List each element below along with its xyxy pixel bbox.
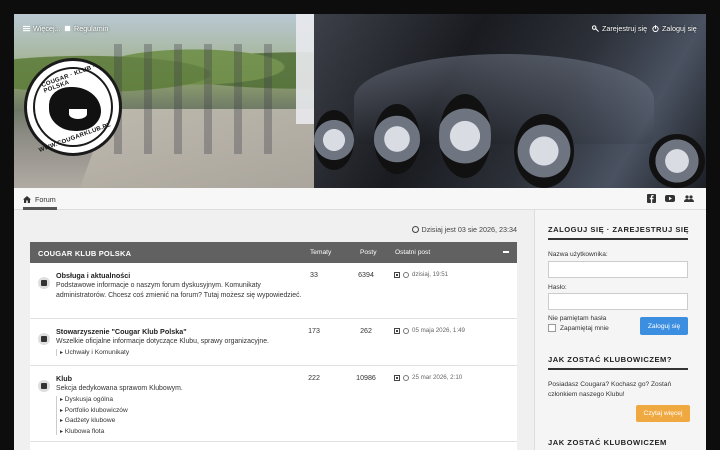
subforum-list: Uchwały i Komunikaty [56, 349, 129, 356]
register-link[interactable]: Zarejestruj się [592, 24, 647, 33]
join-panel-text: Posiadasz Cougara? Kochasz go? Zostań cz… [548, 381, 672, 398]
facebook-icon[interactable] [647, 194, 656, 203]
col-posts: Posty [360, 249, 377, 256]
sidebar: ZALOGUJ SIĘ · ZAREJESTRUJ SIĘ Nazwa użyt… [534, 210, 706, 450]
logo-inner-ring: COUGAR · KLUB · POLSKA WWW.COUGARKLUB.PL [33, 64, 113, 154]
view-post-icon[interactable] [394, 374, 400, 381]
hamburger-icon [23, 25, 30, 32]
car-wheel [439, 94, 491, 178]
login-panel-title[interactable]: ZALOGUJ SIĘ · ZAREJESTRUJ SIĘ [548, 225, 689, 234]
login-link[interactable]: Zaloguj się [652, 24, 697, 33]
register-link-label: Zarejestruj się [602, 24, 648, 33]
password-label: Hasło: [548, 284, 567, 291]
key-icon [592, 25, 599, 32]
view-post-icon[interactable] [394, 271, 400, 278]
remember-me-checkbox[interactable]: Zapamiętaj mnie [548, 324, 609, 332]
banner-cars [314, 14, 706, 188]
forum-last-post[interactable]: dzisiaj, 19:51 [394, 271, 448, 278]
breadcrumb-label: Forum [35, 195, 56, 204]
remember-me-label: Zapamiętaj mnie [560, 324, 609, 332]
subforum-link[interactable]: Portfolio klubowiczów [65, 407, 128, 414]
header-banner: Więcej... Regulamin Zarejestruj się Zalo… [14, 14, 706, 188]
subforum-link[interactable]: Gadżety klubowe [65, 417, 128, 424]
subforum-link[interactable]: Dyskusja ogólna [65, 396, 128, 403]
more-menu[interactable]: Więcej... [23, 24, 61, 33]
forum-category-header: COUGAR KLUB POLSKA Tematy Posty Ostatni … [30, 242, 517, 263]
forum-posts-count: 10986 [356, 374, 376, 382]
car-wheel [514, 114, 574, 188]
club-logo[interactable]: COUGAR · KLUB · POLSKA WWW.COUGARKLUB.PL [24, 58, 122, 156]
home-icon [23, 196, 31, 203]
last-post-time: dzisiaj, 19:51 [412, 271, 449, 278]
last-post-time: 05 maja 2026, 1:49 [412, 327, 465, 334]
join-panel-divider [548, 368, 688, 370]
col-last-post: Ostatni post [395, 249, 431, 256]
subforum-link[interactable]: Klubowa flota [65, 428, 128, 435]
username-label: Nazwa użytkownika: [548, 251, 608, 258]
page: Więcej... Regulamin Zarejestruj się Zalo… [14, 14, 706, 450]
forum-last-post[interactable]: 25 mar 2026, 2:10 [394, 374, 462, 381]
forum-description: Wszelkie oficjalne informacje dotyczące … [56, 338, 269, 345]
login-button[interactable]: Zaloguj się [640, 317, 688, 335]
login-link-label: Zaloguj się [662, 24, 697, 33]
car-wheel [374, 104, 420, 174]
forum-name[interactable]: Stowarzyszenie "Cougar Klub Polska" [56, 327, 187, 336]
forum-topics-count: 33 [310, 271, 318, 279]
last-post-time: 25 mar 2026, 2:10 [412, 374, 463, 381]
forum-description: Sekcja dedykowana sprawom Klubowym. [56, 385, 183, 392]
clock-icon [403, 271, 409, 278]
clock-icon [403, 327, 409, 334]
forum-name[interactable]: Klub [56, 374, 72, 383]
join-panel-title: JAK ZOSTAĆ KLUBOWICZEM? [548, 355, 672, 364]
forum-description: Podstawowe informacje o naszym forum dys… [56, 282, 302, 299]
cougar-head-icon [49, 87, 101, 131]
forum-name[interactable]: Obsługa i aktualności [56, 271, 130, 280]
username-input[interactable] [548, 261, 688, 278]
forum-topics-count: 222 [308, 374, 320, 382]
forum-row: Stowarzyszenie "Cougar Klub Polska" Wsze… [30, 319, 517, 366]
forum-row: Klub Sekcja dedykowana sprawom Klubowym.… [30, 366, 517, 442]
car-wheel [314, 110, 354, 170]
join-panel-title-2: JAK ZOSTAĆ KLUBOWICZEM [548, 438, 667, 447]
banner-people [114, 44, 294, 154]
car-wheel [649, 134, 705, 188]
forum-category: COUGAR KLUB POLSKA Tematy Posty Ostatni … [30, 242, 517, 450]
top-navigation: Więcej... Regulamin Zarejestruj się Zalo… [14, 14, 706, 40]
current-datetime-text: Dzisiaj jest 03 sie 2026, 23:34 [421, 225, 518, 234]
collapse-icon[interactable] [503, 251, 509, 253]
breadcrumb-underline [23, 207, 57, 210]
rules-link-label: Regulamin [74, 24, 109, 33]
current-datetime: Dzisiaj jest 03 sie 2026, 23:34 [411, 225, 518, 234]
users-icon[interactable] [684, 194, 694, 203]
clock-icon [411, 226, 419, 233]
category-title[interactable]: COUGAR KLUB POLSKA [38, 249, 131, 258]
forum-read-icon [38, 277, 50, 289]
forum-topics-count: 173 [308, 327, 320, 335]
rules-link[interactable]: Regulamin [64, 24, 108, 33]
forum-read-icon [38, 333, 50, 345]
breadcrumb-forum[interactable]: Forum [23, 195, 56, 204]
forum-last-post[interactable]: 05 maja 2026, 1:49 [394, 327, 465, 334]
subforum-link[interactable]: Uchwały i Komunikaty [65, 349, 130, 356]
forum-read-icon [38, 380, 50, 392]
col-topics: Tematy [310, 249, 332, 256]
password-input[interactable] [548, 293, 688, 310]
clock-icon [403, 374, 409, 381]
book-icon [64, 25, 71, 32]
forum-row: Obsługa i aktualności Podstawowe informa… [30, 263, 517, 319]
forgot-password-link[interactable]: Nie pamiętam hasła [548, 315, 606, 322]
subforum-list: Dyskusja ogólna Portfolio klubowiczów Ga… [56, 396, 128, 435]
view-post-icon[interactable] [394, 327, 400, 334]
forum-posts-count: 6394 [358, 271, 374, 279]
login-panel-divider [548, 238, 688, 240]
forum-row [30, 442, 517, 450]
forum-posts-count: 262 [360, 327, 372, 335]
checkbox-box[interactable] [548, 324, 556, 332]
power-icon [652, 25, 659, 32]
youtube-icon[interactable] [665, 194, 675, 203]
read-more-button[interactable]: Czytaj więcej [636, 405, 690, 422]
more-menu-label: Więcej... [33, 24, 61, 33]
breadcrumb-bar: Forum [14, 188, 706, 210]
